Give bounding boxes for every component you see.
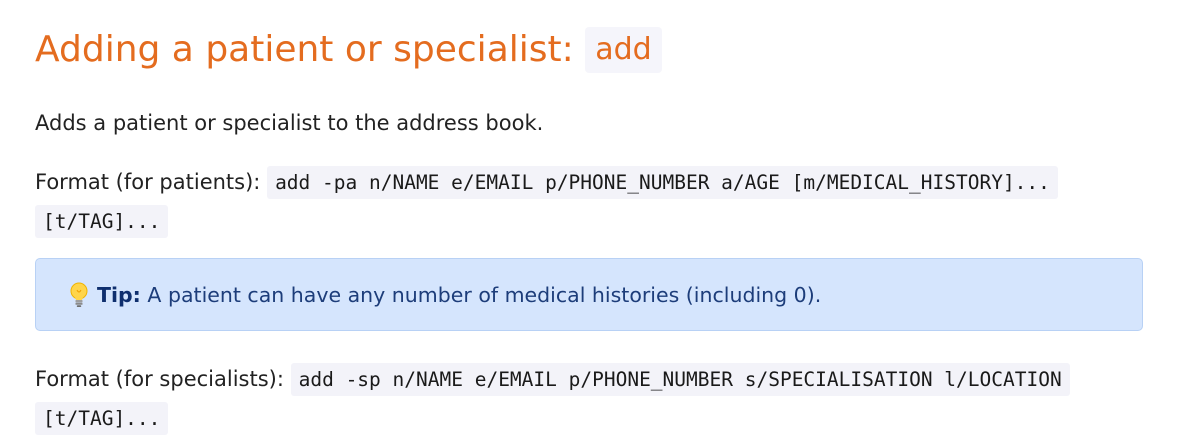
tip-label: Tip: — [97, 283, 141, 307]
patient-format-code: add -pa n/NAME e/EMAIL p/PHONE_NUMBER a/… — [267, 166, 1058, 199]
patient-format-label: Format (for patients): — [35, 170, 261, 194]
section-heading: Adding a patient or specialist: add — [35, 22, 662, 78]
tip-box: Tip: A patient can have any number of me… — [35, 258, 1143, 331]
specialist-format-paragraph: Format (for specialists): add -sp n/NAME… — [35, 360, 1135, 438]
heading-command-code: add — [585, 27, 662, 73]
patient-format-paragraph: Format (for patients): add -pa n/NAME e/… — [35, 163, 1135, 241]
patient-format-code-continued: [t/TAG]... — [35, 205, 169, 238]
specialist-format-code-continued: [t/TAG]... — [35, 402, 169, 435]
specialist-format-code: add -sp n/NAME e/EMAIL p/PHONE_NUMBER s/… — [290, 363, 1070, 396]
tip-text: A patient can have any number of medical… — [147, 283, 822, 307]
user-guide-section: Adding a patient or specialist: add Adds… — [0, 0, 1204, 448]
specialist-format-label: Format (for specialists): — [35, 367, 284, 391]
tip-content: Tip: A patient can have any number of me… — [68, 259, 821, 332]
intro-paragraph: Adds a patient or specialist to the addr… — [35, 111, 544, 135]
heading-text: Adding a patient or specialist: — [35, 29, 574, 70]
lightbulb-icon — [68, 265, 90, 307]
